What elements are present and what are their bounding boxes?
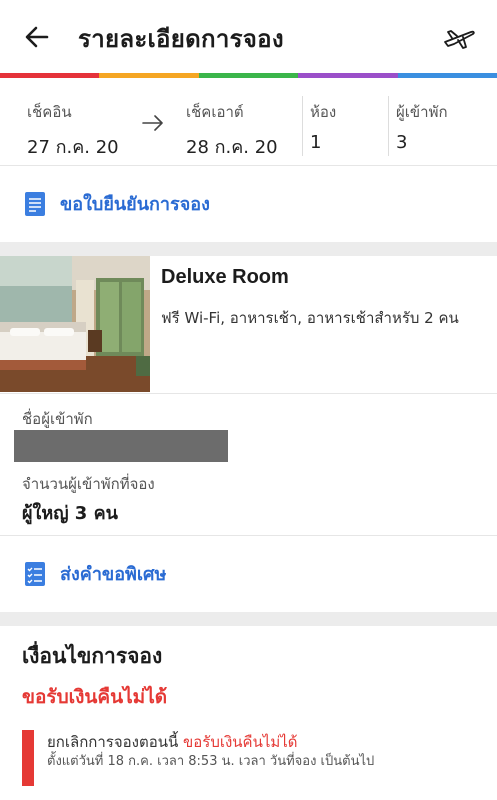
checkin-block: เช็คอิน 27 ก.ค. 20 [27,100,119,161]
guest-count-label: จำนวนผู้เข้าพักที่จอง [22,475,155,493]
cancellation-policy-date: ตั้งแต่วันที่ 18 ก.ค. เวลา 8:53 น. เวลา … [47,754,375,769]
guest-name-label: ชื่อผู้เข้าพัก [22,410,93,428]
stay-summary: เช็คอิน 27 ก.ค. 20 เช็คเอาต์ 28 ก.ค. 20 … [0,92,497,164]
special-request-label: ส่งคำขอพิเศษ [60,564,167,585]
checkout-date: 28 ก.ค. 20 [186,137,278,158]
guests-label: ผู้เข้าพัก [396,103,448,121]
divider [0,535,497,536]
guests-value: 3 [396,132,408,153]
guest-count-value: ผู้ใหญ่ 3 คน [22,503,118,524]
app-bar: รายละเอียดการจอง [0,0,497,73]
checkout-label: เช็คเอาต์ [186,103,244,121]
guests-block: ผู้เข้าพัก 3 [396,100,448,153]
page-title: รายละเอียดการจอง [78,25,284,53]
divider [302,96,303,156]
room-name: Deluxe Room [161,266,289,288]
arrow-right-icon [142,115,163,131]
document-icon [25,191,45,216]
refund-status: ขอรับเงินคืนไม่ได้ [22,686,168,708]
room-photo [0,256,150,392]
rooms-block: ห้อง 1 [310,100,336,153]
room-amenities: ฟรี Wi-Fi, อาหารเช้า, อาหารเช้าสำหรับ 2 … [161,309,459,327]
checkin-date: 27 ก.ค. 20 [27,137,119,158]
arrow-left-icon [25,26,49,48]
checklist-icon [25,561,45,586]
checkin-label: เช็คอิน [27,103,72,121]
rooms-value: 1 [310,132,322,153]
checkout-block: เช็คเอาต์ 28 ก.ค. 20 [186,100,278,161]
rooms-label: ห้อง [310,103,337,121]
booking-conditions-title: เงื่อนไขการจอง [22,644,163,668]
policy-indicator-bar [22,730,34,786]
airplane-icon [444,30,475,49]
request-confirmation-link[interactable]: ขอใบยืนยันการจอง [24,189,210,218]
special-request-link[interactable]: ส่งคำขอพิเศษ [24,559,166,588]
divider [0,165,497,166]
request-confirmation-label: ขอใบยืนยันการจอง [60,194,210,215]
flight-button[interactable] [441,20,477,52]
divider [388,96,389,156]
section-gap [0,242,497,256]
cancellation-policy-prefix: ยกเลิกการจองตอนนี้ [47,733,179,751]
guest-name-redacted [14,430,228,462]
back-button[interactable] [22,22,52,52]
section-gap [0,612,497,626]
brand-stripe [0,73,497,78]
cancellation-policy-highlight: ขอรับเงินคืนไม่ได้ [183,733,298,751]
divider [0,393,497,394]
